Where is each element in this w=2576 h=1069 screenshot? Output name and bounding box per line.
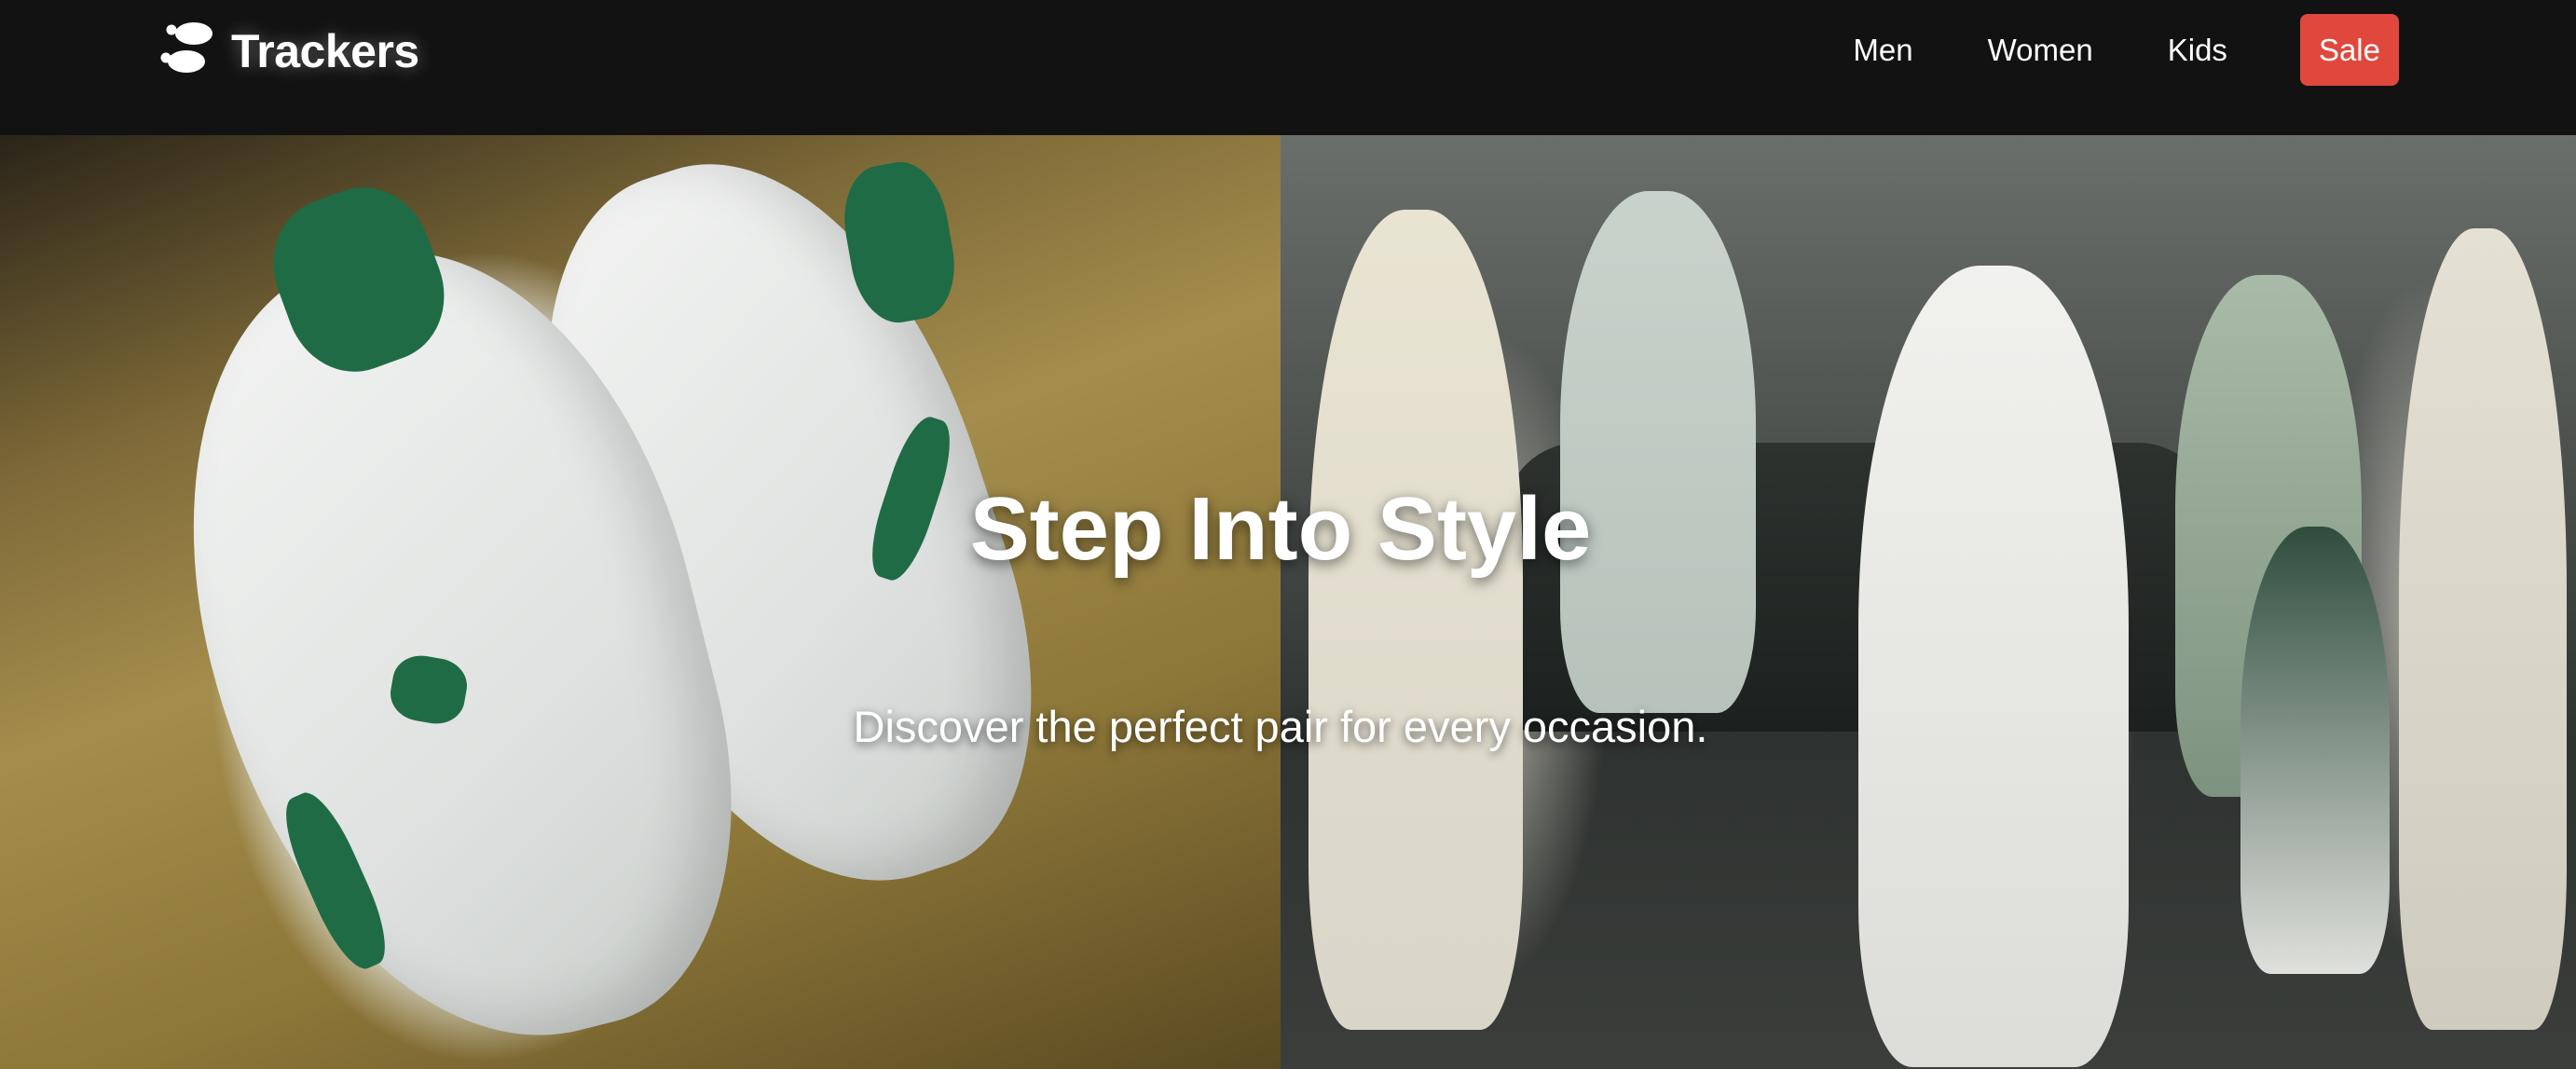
nav-link-men[interactable]: Men <box>1816 14 1950 86</box>
footprints-icon <box>160 21 218 81</box>
hero-text-overlay: Step Into Style Discover the perfect pai… <box>0 135 2576 1069</box>
hero-banner: Step Into Style Discover the perfect pai… <box>0 135 2576 1069</box>
nav-link-kids[interactable]: Kids <box>2131 14 2265 86</box>
top-navbar: Trackers Men Women Kids Sale <box>0 0 2576 135</box>
nav-link-women[interactable]: Women <box>1951 14 2131 86</box>
nav-link-sale[interactable]: Sale <box>2299 14 2399 86</box>
hero-title: Step Into Style <box>969 479 1592 579</box>
main-navigation: Men Women Kids Sale <box>1816 14 2399 86</box>
hero-subtitle: Discover the perfect pair for every occa… <box>853 702 1708 751</box>
brand-logo-link[interactable]: Trackers <box>160 21 419 81</box>
brand-name: Trackers <box>231 24 419 77</box>
